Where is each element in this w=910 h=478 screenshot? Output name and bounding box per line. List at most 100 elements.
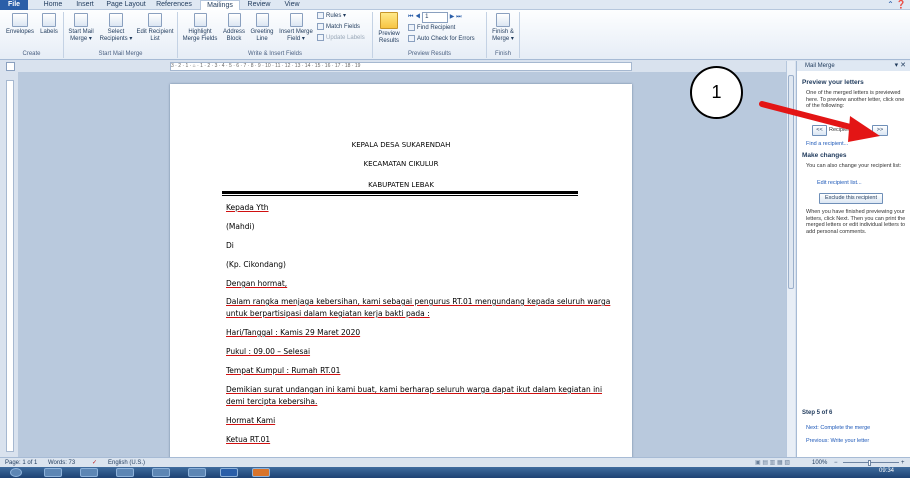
check-errors-icon [408,35,415,42]
match-fields-button[interactable]: Match Fields [317,23,360,32]
last-record-icon[interactable]: ⏭ [456,14,461,20]
finish-text: When you have finished previewing your l… [806,209,906,235]
help-icon[interactable]: ⌃ ❓ [887,0,906,9]
group-start-label: Start Mail Merge [98,51,143,57]
header-rule [222,191,578,194]
find-icon [408,24,415,31]
tab-references[interactable]: References [152,0,196,10]
time-line: Pukul : 09.00 – Selesai [226,347,311,356]
document-area: KEPALA DESA SUKARENDAH KECAMATAN CIKULUR… [18,72,786,457]
document-page[interactable]: KEPALA DESA SUKARENDAH KECAMATAN CIKULUR… [170,84,632,457]
taskbar-app-icon[interactable] [152,468,170,477]
place-line: Tempat Kumpul : Rumah RT.01 [226,366,341,375]
preview-icon [380,12,398,29]
edit-recipient-list-link[interactable]: Edit recipient list... [817,180,862,186]
preview-heading: Preview your letters [802,79,864,86]
annotation-arrow-icon [759,101,880,142]
match-fields-icon [317,23,324,30]
taskbar-app-icon[interactable] [80,468,98,477]
address-block-icon [227,13,241,27]
ribbon-tab-bar: File Home Insert Page Layout References … [0,0,910,11]
record-navigator: ⏮ ◀ 1 ▶ ⏭ [408,12,461,23]
zoom-slider[interactable] [843,462,899,463]
taskbar-app-icon[interactable] [188,468,206,477]
previous-step-link[interactable]: Previous: Write your letter [806,438,869,444]
taskbar-app-icon[interactable] [44,468,62,477]
closing-paragraph-line-1: Demikian surat undangan ini kami buat, k… [226,385,603,394]
highlight-merge-fields-button[interactable]: Highlight Merge Fields [180,13,220,43]
update-labels-button[interactable]: Update Labels [317,34,365,43]
group-finish-label: Finish [494,51,511,57]
auto-check-errors-button[interactable]: Auto Check for Errors [408,35,475,44]
letter-header-line-2: KECAMATAN CIKULUR [363,160,439,168]
find-recipient-button[interactable]: Find Recipient [408,24,455,33]
word-window: File Home Insert Page Layout References … [0,0,910,478]
vertical-ruler[interactable] [6,80,14,452]
signoff-line: Hormat Kami [226,416,276,425]
tab-review[interactable]: Review [244,0,274,10]
greeting-line-icon [255,13,269,27]
body-paragraph-line-2: untuk berpartisipasi dalam kegiatan kerj… [226,309,430,318]
close-icon[interactable]: ▾ ✕ [895,61,906,71]
make-changes-heading: Make changes [802,152,847,159]
tab-home[interactable]: Home [38,0,68,10]
greeting-line-button[interactable]: Greeting Line [248,13,276,43]
edit-recipient-list-button[interactable]: Edit Recipient List [136,13,174,43]
di-line: Di [226,241,234,250]
highlight-icon [193,13,207,27]
select-recipients-button[interactable]: Select Recipients ▾ [98,13,134,43]
update-labels-icon [317,34,324,41]
addressee-line: Kepada Yth [226,203,269,212]
address-block-button[interactable]: Address Block [221,13,247,43]
rules-icon [317,12,324,19]
group-write-label: Write & Insert Fields [248,51,302,57]
merge-field-icon [289,13,303,27]
tab-insert[interactable]: Insert [70,0,100,10]
ribbon-mailings: Envelopes Labels Create Start Mail Merge… [0,10,910,60]
group-create-label: Create [22,51,41,57]
finish-merge-button[interactable]: Finish & Merge ▾ [489,13,517,43]
annotation-number-badge: 1 [690,66,743,119]
exclude-recipient-button[interactable]: Exclude this recipient [819,193,883,204]
insert-merge-field-button[interactable]: Insert Merge Field ▾ [277,13,315,43]
record-number-field[interactable]: 1 [422,12,449,23]
step-label: Step 5 of 6 [802,410,833,416]
windows-taskbar: 09:34 [0,467,910,478]
recipient-name-field: (Mahdi) [226,222,255,231]
tab-page-layout[interactable]: Page Layout [104,0,148,10]
closing-paragraph-line-2: demi tercipta kebersiha. [226,397,318,406]
group-preview-label: Preview Results [407,51,451,57]
word-taskbar-icon[interactable] [220,468,238,477]
start-button-icon[interactable] [10,468,22,477]
horizontal-ruler[interactable]: 3 · 2 · 1 · ⌂ · 1 · 2 · 3 · 4 · 5 · 6 · … [170,62,632,71]
envelope-icon [12,13,28,27]
labels-icon [42,13,56,27]
status-bar: Page: 1 of 1 Words: 73 ✓ English (U.S.) … [0,457,910,467]
body-paragraph-line-1: Dalam rangka menjaga kebersihan, kami se… [226,297,611,306]
finish-merge-icon [496,13,510,27]
envelopes-button[interactable]: Envelopes [5,13,35,36]
taskbar-app-icon[interactable] [116,468,134,477]
tab-file[interactable]: File [0,0,28,10]
letter-header-line-1: KEPALA DESA SUKARENDAH [351,141,451,149]
rules-button[interactable]: Rules ▾ [317,12,346,21]
tab-view[interactable]: View [278,0,306,10]
taskbar-app-icon[interactable] [252,468,270,477]
pane-title: Mail Merge [797,61,910,71]
header-rule-thin [222,195,578,196]
labels-button[interactable]: Labels [37,13,61,36]
changes-text: You can also change your recipient list: [806,163,902,169]
edit-list-icon [148,13,162,27]
start-mail-merge-button[interactable]: Start Mail Merge ▾ [66,13,96,43]
next-record-icon[interactable]: ▶ [450,14,455,20]
next-step-link[interactable]: Next: Complete the merge [806,425,870,431]
zoom-slider-knob[interactable] [868,460,871,466]
recipients-icon [109,13,123,27]
group-divider [519,12,520,58]
ruler-toggle-button[interactable] [6,62,15,71]
previous-record-icon[interactable]: ◀ [415,14,420,20]
document-icon [74,13,88,27]
letter-header-line-3: KABUPATEN LEBAK [368,181,434,189]
preview-results-button[interactable]: Preview Results [375,12,403,45]
first-record-icon[interactable]: ⏮ [408,14,413,20]
